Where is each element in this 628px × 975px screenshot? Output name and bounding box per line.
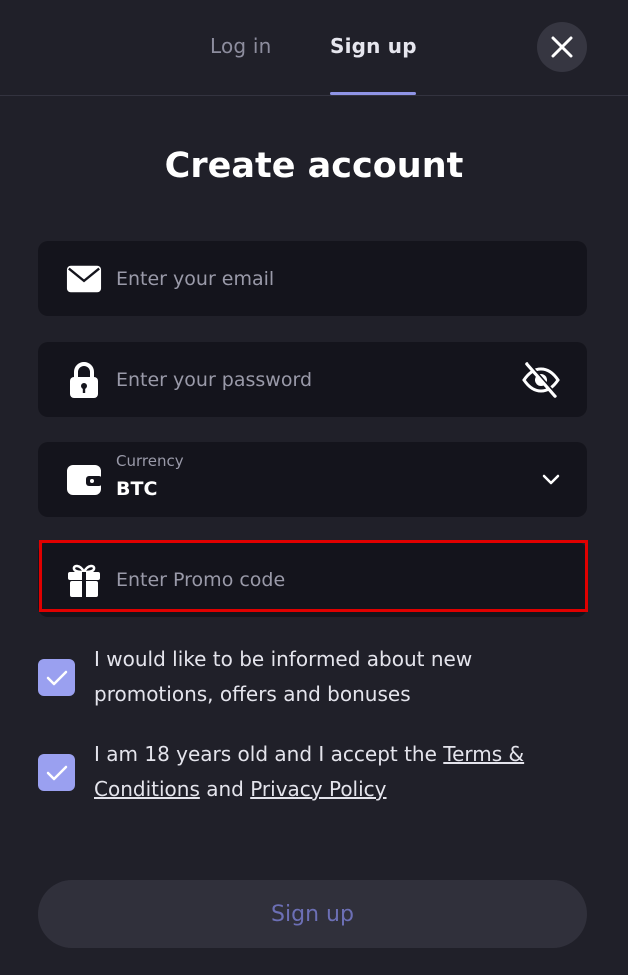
tab-login[interactable]: Log in: [210, 34, 272, 62]
wallet-icon: [66, 462, 102, 498]
currency-value: BTC: [116, 478, 158, 500]
checkmark-icon: [46, 670, 67, 685]
terms-consent-row: I am 18 years old and I accept the Terms…: [38, 737, 578, 807]
tab-signup[interactable]: Sign up: [330, 34, 417, 62]
eye-off-icon: [522, 361, 560, 398]
promotions-consent-text: I would like to be informed about new pr…: [94, 647, 473, 706]
lock-icon: [66, 361, 102, 398]
active-tab-indicator: [330, 92, 416, 95]
promo-code-field[interactable]: [38, 542, 587, 617]
promotions-consent-row: I would like to be informed about new pr…: [38, 642, 578, 712]
chevron-down-icon: [539, 468, 563, 492]
password-field[interactable]: [38, 342, 587, 417]
envelope-icon: [66, 261, 102, 297]
currency-label: Currency: [116, 452, 184, 470]
promotions-checkbox[interactable]: [38, 659, 75, 696]
terms-middle-text: and: [199, 777, 251, 801]
checkmark-icon: [46, 765, 67, 780]
currency-select[interactable]: Currency BTC: [38, 442, 587, 517]
privacy-policy-link[interactable]: Privacy Policy: [250, 777, 386, 801]
signup-submit-button[interactable]: Sign up: [38, 880, 587, 948]
email-input[interactable]: [116, 241, 516, 316]
password-input[interactable]: [116, 342, 516, 417]
page-title: Create account: [164, 146, 464, 186]
terms-prefix-text: I am 18 years old and I accept the: [94, 742, 444, 766]
promo-code-input[interactable]: [116, 542, 516, 617]
close-icon: [551, 36, 573, 58]
toggle-password-visibility[interactable]: [521, 360, 561, 400]
close-button[interactable]: [537, 22, 587, 72]
terms-consent-text: I am 18 years old and I accept the Terms…: [94, 737, 574, 807]
signup-modal: Log in Sign up Create account Enter your…: [0, 0, 628, 975]
terms-checkbox[interactable]: [38, 754, 75, 791]
auth-tabs: Log in Sign up: [0, 0, 628, 96]
email-field[interactable]: [38, 241, 587, 316]
gift-icon: [66, 562, 102, 598]
